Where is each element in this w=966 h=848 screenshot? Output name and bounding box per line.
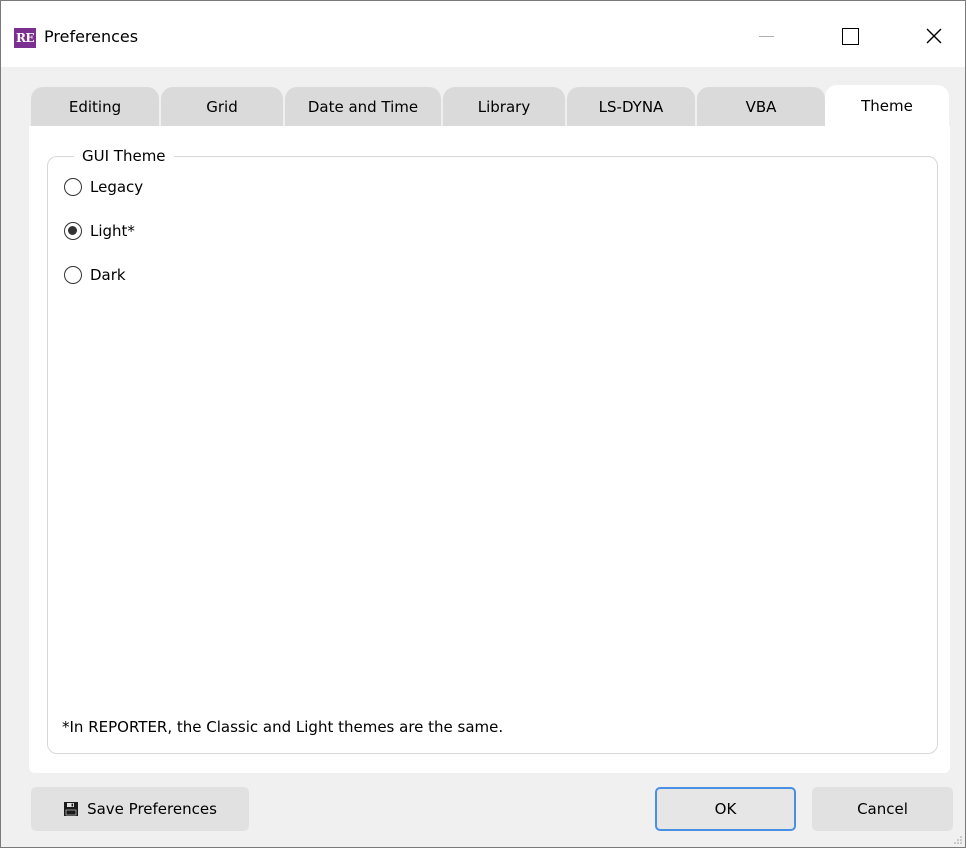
tab-grid[interactable]: Grid [161,87,283,127]
resize-grip-icon[interactable] [953,835,963,845]
tab-library[interactable]: Library [443,87,565,127]
title-bar[interactable]: RE Preferences [1,1,965,67]
theme-note: *In REPORTER, the Classic and Light them… [62,718,504,736]
floppy-disk-icon [64,802,79,816]
tab-editing[interactable]: Editing [31,87,159,127]
tab-vba[interactable]: VBA [697,87,825,127]
close-icon [926,28,942,44]
minimize-button[interactable] [743,17,789,55]
ok-button[interactable]: OK [655,787,796,831]
radio-button[interactable] [64,178,82,196]
radio-light[interactable]: Light* [64,221,135,241]
tab-date-and-time[interactable]: Date and Time [285,87,441,127]
minimize-icon [758,35,774,37]
close-button[interactable] [911,17,957,55]
radio-button[interactable] [64,266,82,284]
theme-panel: GUI Theme Legacy Light* Dark *In REPORTE… [29,126,950,773]
save-preferences-label: Save Preferences [87,800,217,818]
radio-label: Legacy [90,178,144,196]
group-title: GUI Theme [74,146,174,166]
radio-dark[interactable]: Dark [64,265,126,285]
preferences-dialog: RE Preferences Editing Grid Date and Tim… [0,0,966,848]
tab-bar: Editing Grid Date and Time Library LS-DY… [1,83,965,127]
radio-label: Light* [90,222,135,240]
gui-theme-groupbox: GUI Theme Legacy Light* Dark *In REPORTE… [47,146,938,754]
maximize-button[interactable] [827,17,873,55]
radio-label: Dark [90,266,126,284]
maximize-icon [841,27,859,45]
reporter-app-icon: RE [14,28,36,48]
radio-legacy[interactable]: Legacy [64,177,143,197]
tab-theme[interactable]: Theme [825,85,949,127]
cancel-button[interactable]: Cancel [812,787,953,831]
window-title: Preferences [44,27,139,46]
radio-button[interactable] [64,222,82,240]
save-preferences-button[interactable]: Save Preferences [31,787,249,831]
tab-ls-dyna[interactable]: LS-DYNA [567,87,695,127]
